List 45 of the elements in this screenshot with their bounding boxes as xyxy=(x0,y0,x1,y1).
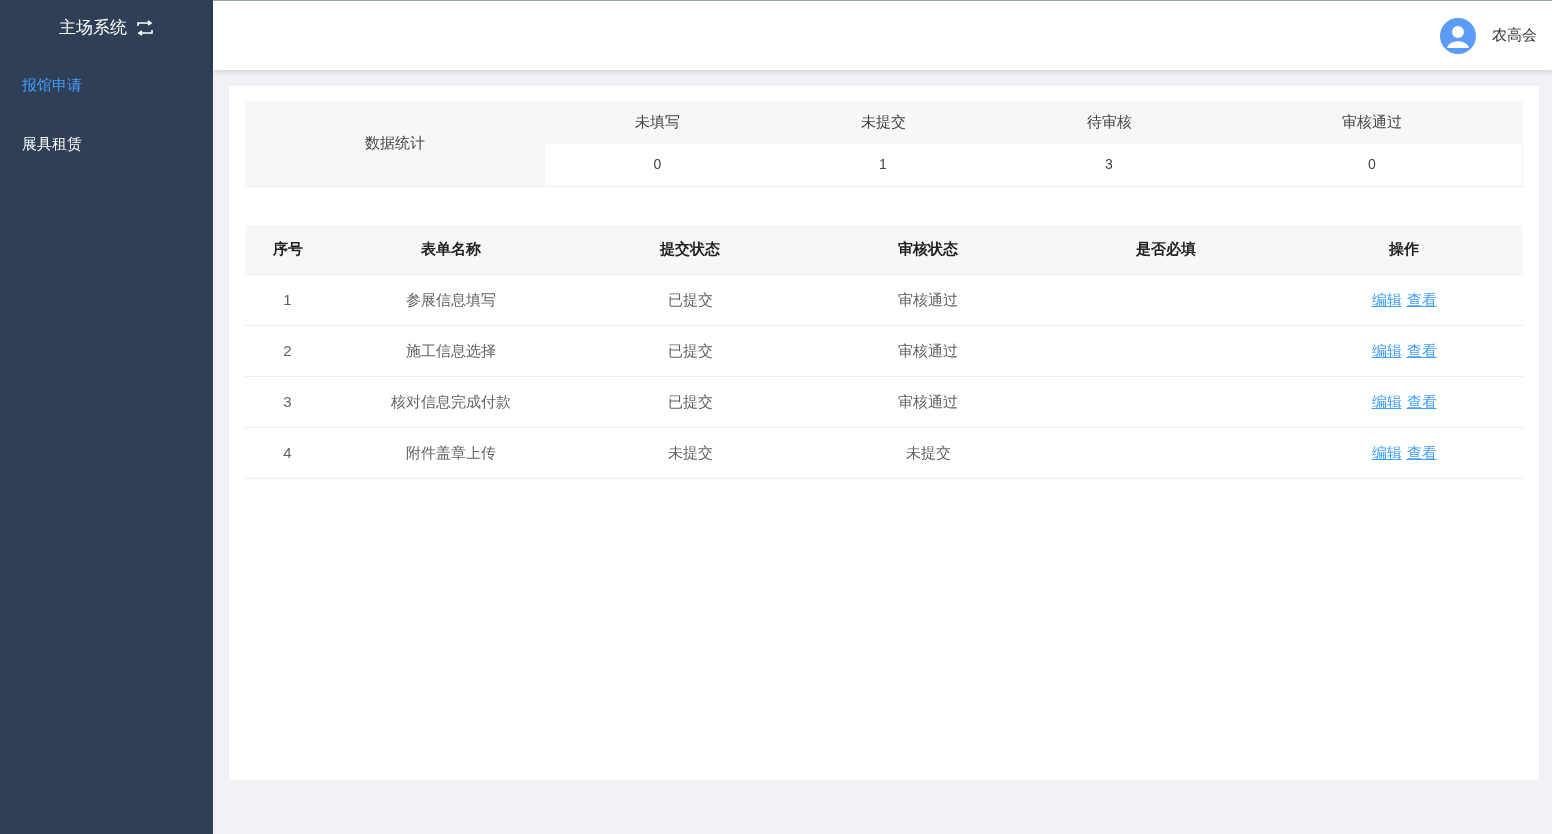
table-cell-text: 2 xyxy=(282,340,293,361)
stats-label: 数据统计 xyxy=(364,133,426,154)
table-cell-text: 审核通过 xyxy=(897,391,959,412)
table-cell-text: 已提交 xyxy=(666,340,714,361)
stats-header: 审核通过 xyxy=(1341,112,1403,132)
column-header: 审核状态 xyxy=(897,239,959,260)
table-cell-text: 1 xyxy=(282,289,293,310)
action-link[interactable]: 查看 xyxy=(1406,390,1437,414)
sidebar-menu-item[interactable]: 报馆申请 xyxy=(0,56,213,115)
stats-value: 0 xyxy=(1222,143,1522,186)
table-cell-text: 3 xyxy=(282,391,293,412)
stats-header: 未提交 xyxy=(859,112,907,132)
action-link[interactable]: 编辑 xyxy=(1371,339,1402,363)
action-link[interactable]: 查看 xyxy=(1406,339,1437,363)
swap-icon[interactable] xyxy=(134,20,155,36)
table-cell-text: 核对信息完成付款 xyxy=(389,391,512,412)
column-header: 表单名称 xyxy=(419,239,482,260)
stats-value: 3 xyxy=(996,143,1222,186)
action-link[interactable]: 编辑 xyxy=(1371,390,1402,414)
action-link[interactable]: 编辑 xyxy=(1371,441,1402,465)
table-cell-text: 附件盖章上传 xyxy=(404,442,497,463)
column-header: 是否必填 xyxy=(1135,239,1197,260)
column-header: 提交状态 xyxy=(659,239,721,260)
table-cell-text: 审核通过 xyxy=(897,289,959,310)
table-cell-text: 施工信息选择 xyxy=(404,340,497,361)
system-title: 主场系统 xyxy=(58,17,127,40)
stats-header: 待审核 xyxy=(1085,112,1133,132)
sidebar-menu-item[interactable]: 展具租赁 xyxy=(0,115,213,174)
action-link[interactable]: 查看 xyxy=(1406,288,1437,312)
stats-header: 未填写 xyxy=(634,112,681,132)
column-header: 操作 xyxy=(1388,239,1420,260)
action-link[interactable]: 编辑 xyxy=(1371,288,1402,312)
table-cell-text: 审核通过 xyxy=(897,340,959,361)
user-name: 农高会 xyxy=(1492,25,1537,46)
column-header: 序号 xyxy=(271,239,304,260)
table-cell-text: 参展信息填写 xyxy=(404,289,497,310)
table-cell-text: 已提交 xyxy=(666,289,714,310)
stats-value: 1 xyxy=(770,143,996,186)
user-avatar-icon[interactable] xyxy=(1440,17,1476,54)
table-cell-text: 未提交 xyxy=(904,442,952,463)
table-cell-text: 4 xyxy=(282,442,293,463)
table-cell-text: 已提交 xyxy=(666,391,714,412)
action-link[interactable]: 查看 xyxy=(1406,441,1437,465)
stats-value: 0 xyxy=(545,143,770,186)
table-cell-text: 未提交 xyxy=(666,442,714,463)
